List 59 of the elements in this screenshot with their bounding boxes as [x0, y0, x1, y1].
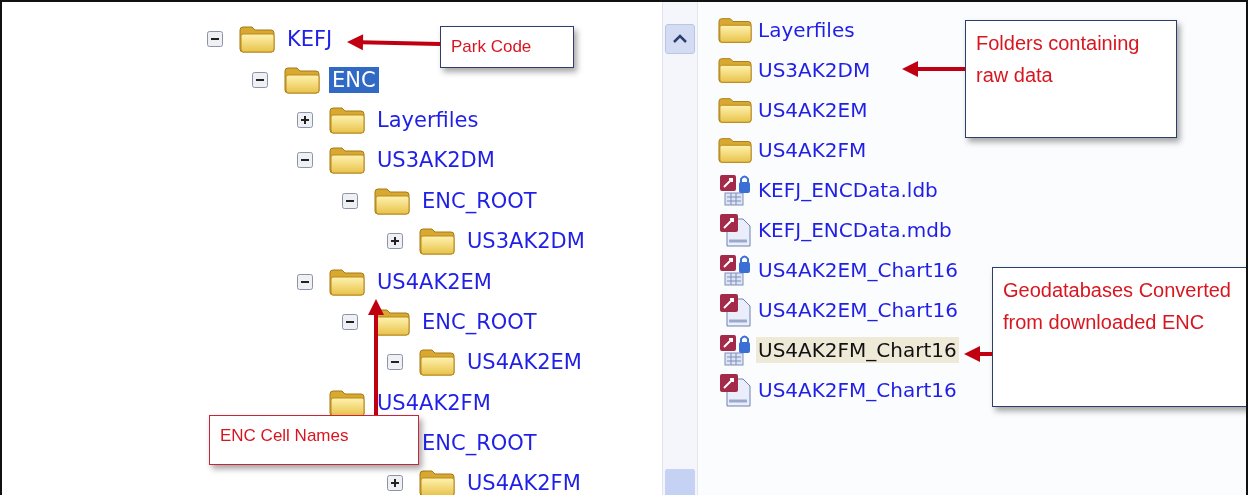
file-name[interactable]: KEFJ_ENCData.ldb: [756, 177, 940, 203]
expand-icon[interactable]: [387, 475, 403, 492]
folder-icon: [419, 227, 455, 256]
scrollbar[interactable]: [662, 2, 698, 495]
arrow: [902, 61, 965, 77]
callout-text: ENC Cell Names: [220, 425, 349, 447]
expand-icon[interactable]: [387, 233, 403, 250]
callout-text: Folders containing raw data: [976, 31, 1141, 88]
file-name[interactable]: US4AK2FM_Chart16: [756, 337, 959, 363]
file-name[interactable]: Layerfiles: [756, 17, 857, 43]
arrow: [964, 346, 992, 362]
folder-icon: [718, 136, 752, 164]
scroll-up-button[interactable]: [665, 24, 695, 54]
tree-item[interactable]: US4AK2EM: [467, 349, 582, 376]
expand-icon[interactable]: [297, 111, 313, 128]
folder-icon: [329, 146, 365, 175]
collapse-icon[interactable]: [297, 273, 313, 290]
chevron-up-icon: [672, 34, 688, 44]
folder-icon: [419, 348, 455, 377]
folder-icon: [329, 388, 365, 417]
tree-item[interactable]: US3AK2DM: [377, 147, 495, 174]
file-name[interactable]: US4AK2FM_Chart16: [756, 377, 959, 403]
tree-item[interactable]: ENC_ROOT: [422, 308, 537, 335]
collapse-icon[interactable]: [387, 354, 403, 371]
database-file-icon: [718, 373, 754, 407]
file-name[interactable]: US4AK2FM: [756, 137, 869, 163]
file-name[interactable]: US3AK2DM: [756, 57, 873, 83]
tree-item[interactable]: US3AK2DM: [467, 228, 585, 255]
collapse-icon[interactable]: [297, 152, 313, 169]
collapse-icon[interactable]: [207, 31, 223, 48]
tree-item[interactable]: ENC: [329, 66, 379, 93]
folder-icon: [419, 469, 455, 495]
folder-icon: [329, 267, 365, 296]
database-file-icon: [718, 213, 754, 247]
collapse-icon[interactable]: [342, 192, 358, 209]
callout-text: Geodatabases Converted from downloaded ENC: [1003, 278, 1232, 335]
folder-icon: [239, 25, 275, 54]
scroll-thumb[interactable]: [665, 469, 695, 495]
tree-item[interactable]: US4AK2EM: [377, 268, 492, 295]
file-name[interactable]: US4AK2EM_Chart16: [756, 257, 960, 283]
tree-item[interactable]: KEFJ: [287, 26, 333, 53]
tree-item[interactable]: ENC_ROOT: [422, 187, 537, 214]
tree-item[interactable]: US4AK2FM: [467, 470, 581, 495]
folder-icon: [718, 56, 752, 84]
tree-item[interactable]: US4AK2FM: [377, 389, 491, 416]
collapse-icon[interactable]: [342, 313, 358, 330]
tree-item[interactable]: ENC_ROOT: [422, 430, 537, 457]
database-file-icon: [718, 293, 754, 327]
file-name[interactable]: US4AK2EM: [756, 97, 870, 123]
folder-icon: [718, 96, 752, 124]
folder-icon: [284, 65, 320, 94]
file-name[interactable]: US4AK2EM_Chart16: [756, 297, 960, 323]
file-name[interactable]: KEFJ_ENCData.mdb: [756, 217, 954, 243]
collapse-icon[interactable]: [252, 71, 268, 88]
tree-item[interactable]: Layerfiles: [377, 106, 479, 133]
callout-text: Park Code: [451, 36, 532, 58]
folder-icon: [374, 186, 410, 215]
folder-icon: [718, 16, 752, 44]
folder-icon: [329, 105, 365, 134]
